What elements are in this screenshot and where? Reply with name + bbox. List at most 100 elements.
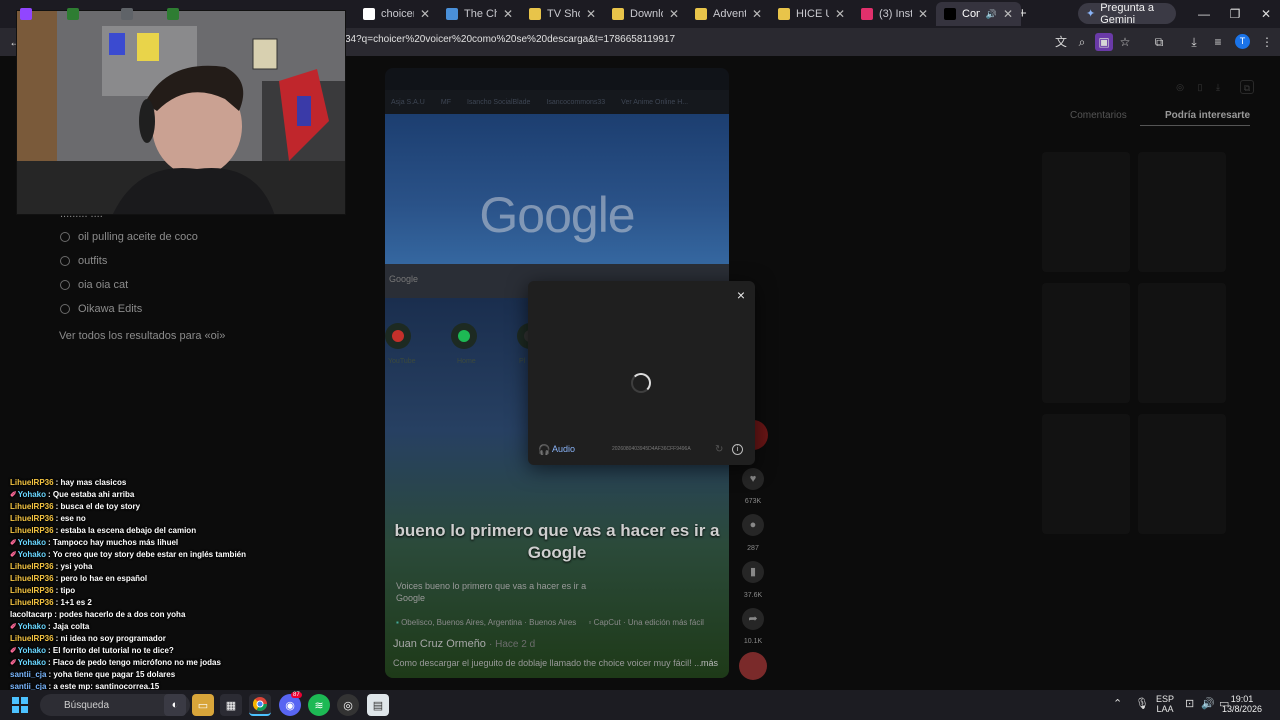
microphone-icon[interactable]: 🎙	[1135, 697, 1149, 710]
chat-username[interactable]: Yohako	[18, 550, 46, 559]
store-icon[interactable]: ▦	[220, 694, 242, 716]
chat-username[interactable]: Yohako	[18, 622, 46, 631]
media-control-icon[interactable]: ≡	[1209, 33, 1227, 51]
panel-icon[interactable]: ⤓	[1211, 80, 1225, 94]
tab-4[interactable]: choicer vo ✕	[355, 2, 438, 26]
close-window-button[interactable]: ✕	[1252, 4, 1280, 24]
chat-username[interactable]: LihuelRP36	[10, 634, 54, 643]
file-explorer-icon[interactable]: ▭	[192, 694, 214, 716]
download-icon[interactable]: ⤓	[1185, 33, 1203, 51]
suggestion-item[interactable]: Oikawa Edits	[60, 303, 142, 315]
chat-username[interactable]: Yohako	[18, 490, 46, 499]
close-tab-icon[interactable]: ✕	[1003, 7, 1013, 21]
info-icon[interactable]: i	[732, 444, 743, 455]
creator-avatar[interactable]	[739, 652, 767, 680]
video-more-link[interactable]: más	[701, 658, 718, 668]
tab-10[interactable]: (3) Instag ✕	[853, 2, 936, 26]
close-tab-icon[interactable]: ✕	[835, 7, 845, 21]
recommend-thumbnail[interactable]	[1042, 414, 1130, 534]
chat-username[interactable]: LihuelRP36	[10, 502, 54, 511]
chat-username[interactable]: LihuelRP36	[10, 478, 54, 487]
spotify-icon[interactable]: ≋	[308, 694, 330, 716]
obs-icon[interactable]: ◎	[337, 694, 359, 716]
clock[interactable]: 19:01 13/8/2026	[1222, 694, 1262, 714]
tab-5[interactable]: The Choic ✕	[438, 2, 521, 26]
extension-icon[interactable]: ▣	[1095, 33, 1113, 51]
panel-icon[interactable]: ▯	[1193, 80, 1207, 94]
chat-username[interactable]: Yohako	[18, 658, 46, 667]
tab-6[interactable]: TV Shows ✕	[521, 2, 604, 26]
video-searchbar-text: Google	[389, 274, 419, 284]
recommend-thumbnail[interactable]	[1042, 283, 1130, 403]
menu-kebab-icon[interactable]: ⋮	[1258, 33, 1276, 51]
chat-username[interactable]: Yohako	[18, 538, 46, 547]
gemini-label: Pregunta a Gemini	[1100, 1, 1155, 26]
close-tab-icon[interactable]: ✕	[918, 7, 928, 21]
recommend-thumbnail[interactable]	[1138, 283, 1226, 403]
network-icon[interactable]: ⊡	[1185, 697, 1194, 710]
chat-username[interactable]: LihuelRP36	[10, 586, 54, 595]
share-button[interactable]: ➦	[742, 608, 764, 630]
profile-avatar[interactable]: T	[1235, 34, 1250, 49]
tray-chevron-icon[interactable]: ⌃	[1113, 697, 1122, 710]
tab-9[interactable]: HICE UNA ✕	[770, 2, 853, 26]
close-tab-icon[interactable]: ✕	[420, 7, 430, 21]
video-location[interactable]: Obelisco, Buenos Aires, Argentina · Buen…	[401, 618, 576, 627]
refresh-icon[interactable]: ↻	[715, 444, 723, 455]
suggestion-item[interactable]: oia oia cat	[60, 279, 128, 291]
tab-1[interactable]	[59, 2, 113, 26]
chrome-icon[interactable]	[249, 694, 271, 716]
chat-text: Tampoco hay muchos más lihuel	[52, 538, 179, 547]
chat-username[interactable]: LihuelRP36	[10, 526, 54, 535]
notepad-icon[interactable]: ▤	[367, 694, 389, 716]
close-tab-icon[interactable]: ✕	[503, 7, 513, 21]
chat-username[interactable]: santii_cja	[10, 670, 46, 679]
tab-8[interactable]: Adventur ✕	[687, 2, 770, 26]
close-tab-icon[interactable]: ✕	[586, 7, 596, 21]
speaker-icon[interactable]: 🔊	[986, 9, 997, 20]
dialog-close-button[interactable]: ×	[733, 287, 749, 303]
minimize-button[interactable]: —	[1190, 4, 1218, 24]
chat-username[interactable]: LihuelRP36	[10, 598, 54, 607]
translate-icon[interactable]: 文	[1052, 33, 1070, 51]
zoom-icon[interactable]: ⌕	[1073, 33, 1091, 51]
volume-icon[interactable]: 🔊	[1201, 697, 1215, 710]
panel-icon[interactable]: ◎	[1173, 80, 1187, 94]
recommend-thumbnail[interactable]	[1138, 152, 1226, 272]
tab-3[interactable]	[159, 2, 205, 26]
restore-button[interactable]: ❐	[1221, 4, 1249, 24]
suggestion-item[interactable]: oil pulling aceite de coco	[60, 231, 198, 243]
close-tab-icon[interactable]: ✕	[752, 7, 762, 21]
tab-11[interactable]: Como 🔊 ✕	[936, 2, 1021, 26]
bookmark-star-icon[interactable]: ☆	[1116, 33, 1134, 51]
save-button[interactable]: ▮	[742, 561, 764, 583]
like-button[interactable]: ♥	[742, 468, 764, 490]
language-indicator[interactable]: ESP LAA	[1156, 694, 1174, 714]
tab-2[interactable]	[113, 2, 159, 26]
chat-username[interactable]: lacoltacarp	[10, 610, 52, 619]
chat-username[interactable]: LihuelRP36	[10, 562, 54, 571]
suggestion-item[interactable]: outfits	[60, 255, 107, 267]
chat-username[interactable]: Yohako	[18, 646, 46, 655]
recommend-thumbnail[interactable]	[1042, 152, 1130, 272]
recommend-thumbnail[interactable]	[1138, 414, 1226, 534]
tab-recommend[interactable]: Podría interesarte	[1165, 110, 1250, 121]
see-all-results-link[interactable]: Ver todos los resultados para «oi»	[59, 330, 225, 342]
panel-icon[interactable]: ⧉	[1240, 80, 1254, 94]
windows-start-icon[interactable]	[12, 697, 28, 713]
close-tab-icon[interactable]: ✕	[669, 7, 679, 21]
tab-0[interactable]	[12, 2, 59, 26]
tab-7[interactable]: Downloa ✕	[604, 2, 687, 26]
video-capcut-link[interactable]: CapCut · Una edición más fácil	[594, 618, 704, 627]
gemini-button[interactable]: ✦ Pregunta a Gemini	[1078, 1, 1176, 26]
video-author[interactable]: Juan Cruz Ormeño · Hace 2 d	[393, 638, 535, 650]
address-bar-url[interactable]: 34?q=choicer%20voicer%20como%20se%20desc…	[345, 34, 675, 45]
comment-button[interactable]: ●	[742, 514, 764, 536]
extensions-puzzle-icon[interactable]: ⧉	[1150, 33, 1168, 51]
tab-comments[interactable]: Comentarios	[1070, 110, 1127, 121]
audio-option[interactable]: Audio	[552, 444, 575, 454]
chat-username[interactable]: LihuelRP36	[10, 574, 54, 583]
video-author-name[interactable]: Juan Cruz Ormeño	[393, 638, 486, 650]
chat-username[interactable]: LihuelRP36	[10, 514, 54, 523]
widgets-icon[interactable]: ◐	[164, 694, 186, 716]
